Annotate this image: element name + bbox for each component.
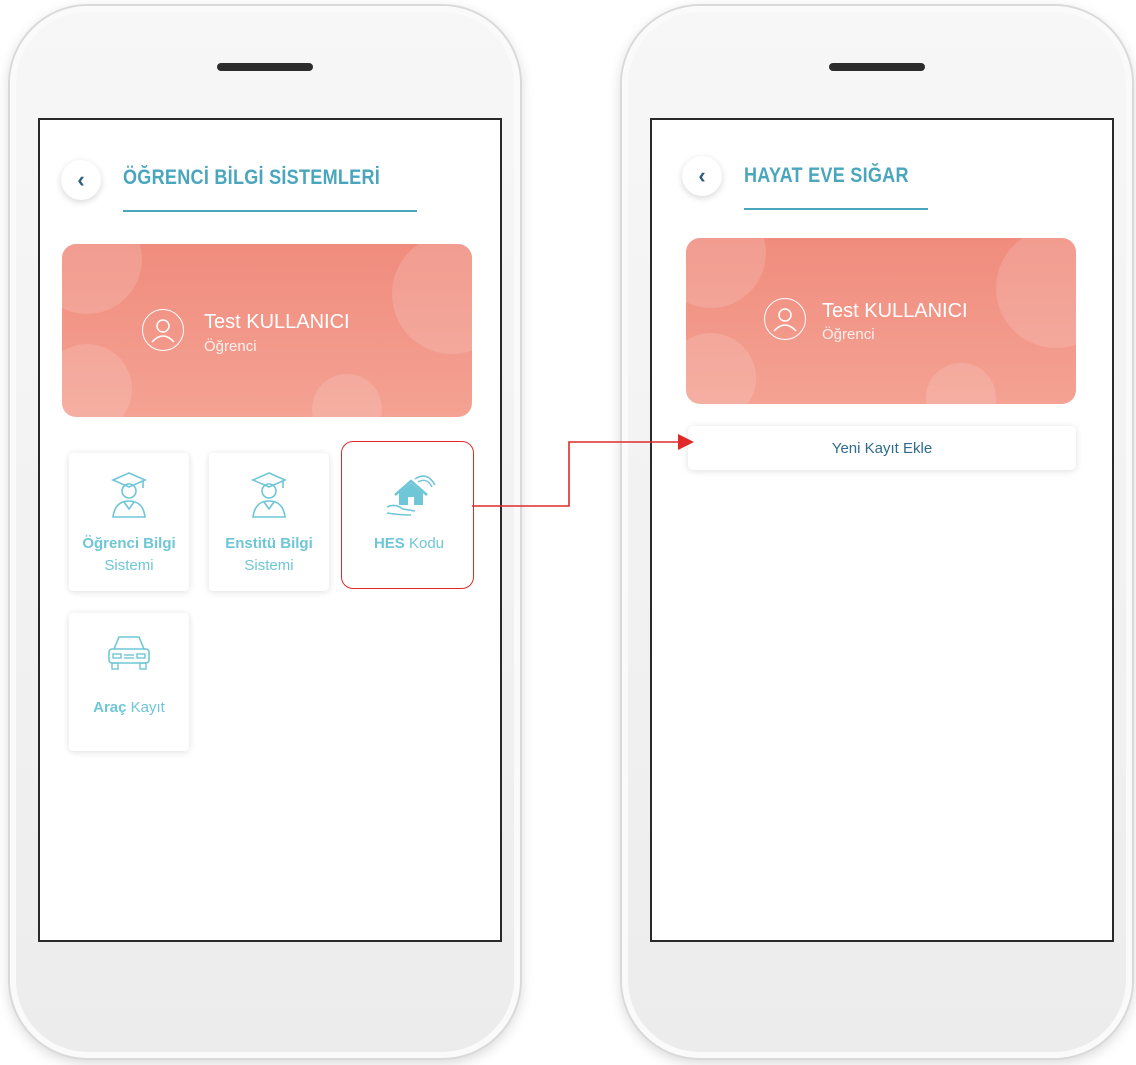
profile-card: Test KULLANICI Öğrenci xyxy=(686,238,1076,404)
tile-arac-kayit[interactable]: Araç Kayıt xyxy=(69,613,189,751)
hes-highlight-box xyxy=(341,441,474,589)
graduate-icon xyxy=(251,472,287,518)
tile-enstitu-bilgi-sistemi[interactable]: Enstitü Bilgi Sistemi xyxy=(209,453,329,591)
profile-card: Test KULLANICI Öğrenci xyxy=(62,244,472,417)
chevron-left-icon: ‹ xyxy=(77,167,85,192)
user-circle-icon xyxy=(142,309,184,351)
user-name: Test KULLANICI xyxy=(204,311,350,333)
title-underline xyxy=(744,208,928,210)
back-button[interactable]: ‹ xyxy=(61,160,101,200)
right-screen: ‹ HAYAT EVE SIĞAR Test KULLANICI Öğrenci… xyxy=(650,118,1114,942)
tile-label: Araç Kayıt xyxy=(93,699,165,716)
tile-ogrenci-bilgi-sistemi[interactable]: Öğrenci Bilgi Sistemi xyxy=(69,453,189,591)
page-title: ÖĞRENCİ BİLGİ SİSTEMLERİ xyxy=(123,166,381,189)
add-record-button[interactable]: Yeni Kayıt Ekle xyxy=(688,426,1076,470)
back-button[interactable]: ‹ xyxy=(682,156,722,196)
speaker xyxy=(829,63,925,71)
chevron-left-icon: ‹ xyxy=(698,163,706,188)
user-name: Test KULLANICI xyxy=(822,300,968,322)
speaker xyxy=(217,63,313,71)
title-underline xyxy=(123,210,417,212)
user-role: Öğrenci xyxy=(204,338,257,355)
page-title: HAYAT EVE SIĞAR xyxy=(744,164,909,187)
right-phone: ‹ HAYAT EVE SIĞAR Test KULLANICI Öğrenci… xyxy=(622,6,1132,1058)
tile-label: Öğrenci Bilgi Sistemi xyxy=(82,535,176,574)
user-circle-icon xyxy=(764,298,806,340)
user-role: Öğrenci xyxy=(822,326,875,343)
graduate-icon xyxy=(111,472,147,518)
tile-label: Enstitü Bilgi Sistemi xyxy=(225,535,313,574)
car-icon xyxy=(108,636,150,670)
